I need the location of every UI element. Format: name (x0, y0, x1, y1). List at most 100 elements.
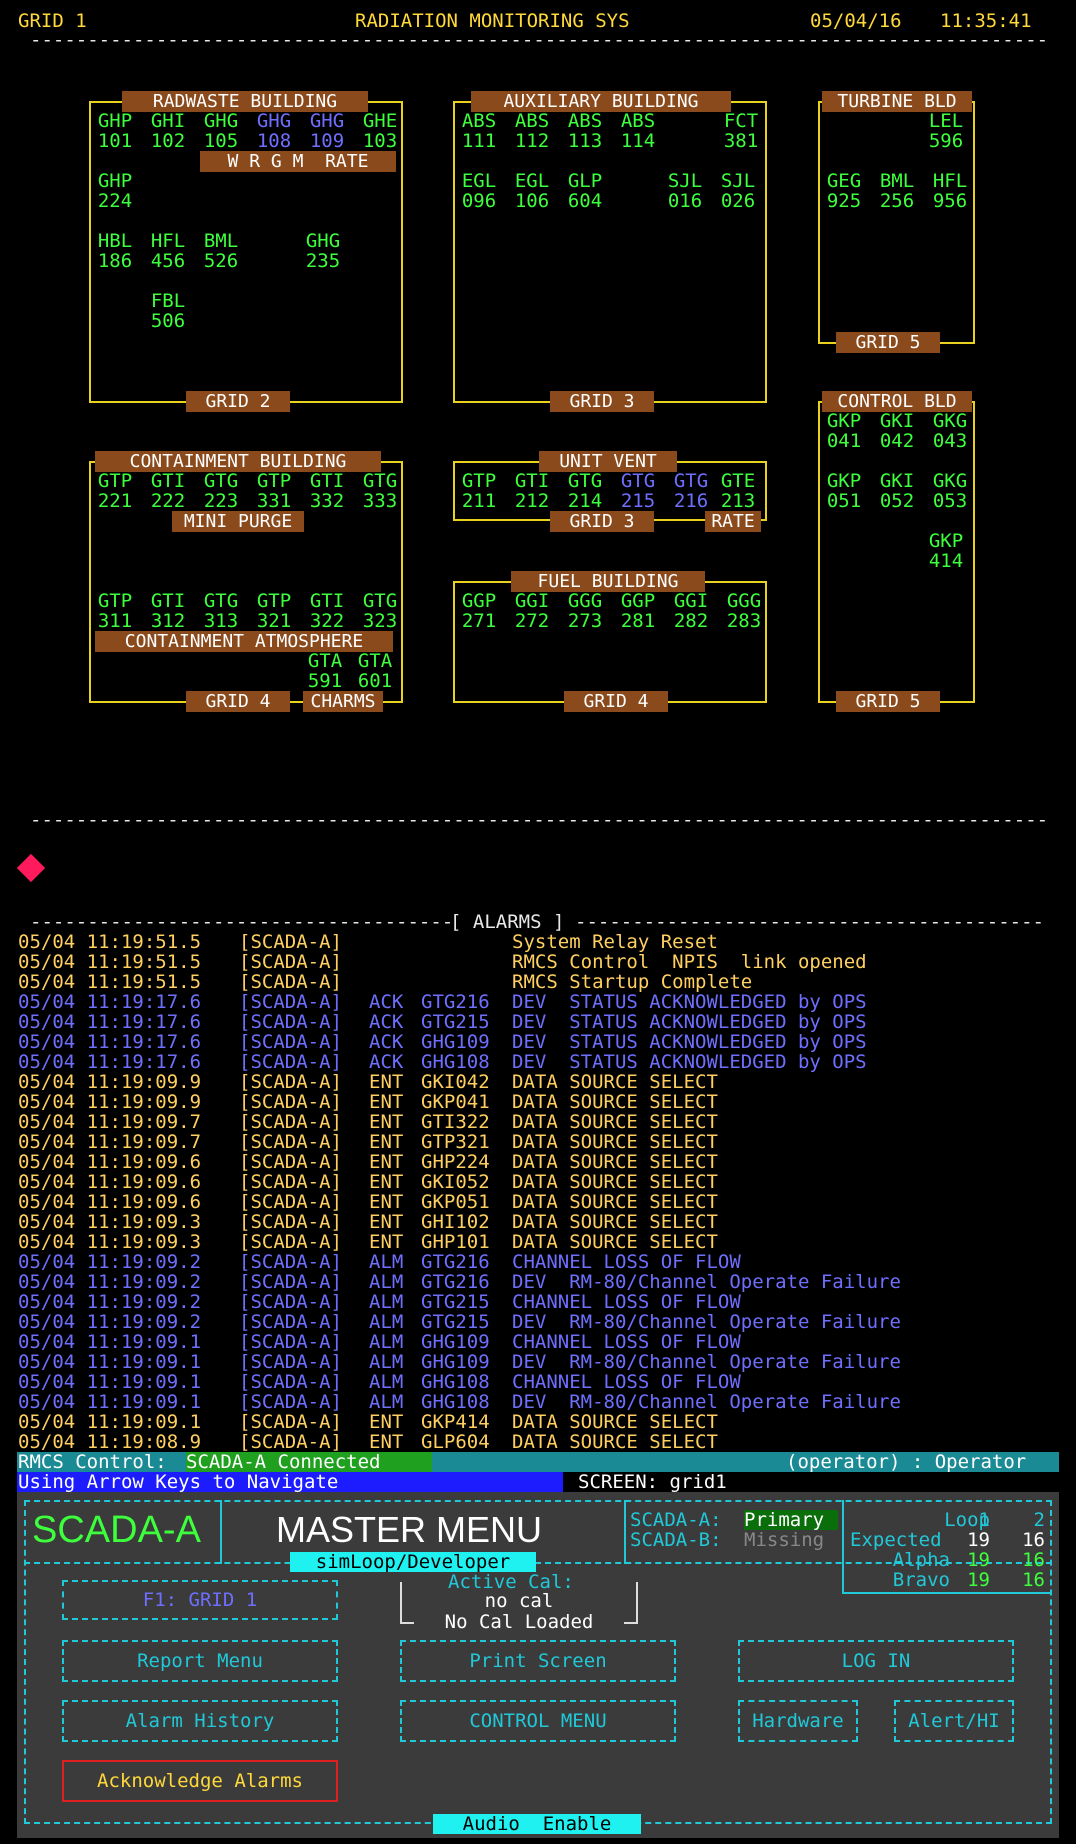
alarm-field: ENT (369, 1431, 404, 1453)
sensor-channel[interactable]: GGP 281 (613, 591, 663, 631)
control-grid-link[interactable]: GRID 5 (836, 691, 940, 712)
alarm-field: DATA SOURCE SELECT (512, 1211, 718, 1233)
sensor-channel[interactable]: GTG 215 (613, 471, 663, 511)
sensor-channel[interactable]: ABS 112 (507, 111, 557, 151)
sensor-type: SJL (720, 170, 756, 192)
sensor-channel[interactable]: GTI 312 (143, 591, 193, 631)
sensor-channel[interactable]: EGL 096 (454, 171, 504, 211)
sensor-channel[interactable]: GTG 333 (355, 471, 405, 511)
sensor-channel[interactable]: HFL 956 (925, 171, 975, 211)
sensor-channel[interactable]: HBL 186 (90, 231, 140, 271)
sensor-channel[interactable]: GTG 323 (355, 591, 405, 631)
sensor-channel[interactable]: GTI 212 (507, 471, 557, 511)
sensor-number: 235 (305, 250, 341, 272)
sensor-type: HFL (150, 230, 186, 252)
sensor-type: GHI (150, 110, 186, 132)
sensor-channel[interactable]: GHE 103 (355, 111, 405, 151)
sensor-channel[interactable]: LEL 596 (921, 111, 971, 151)
print-screen-button[interactable]: Print Screen (400, 1640, 676, 1682)
sensor-channel[interactable]: GKP 414 (921, 531, 971, 571)
sensor-number: 102 (150, 130, 186, 152)
sensor-type: GHG (256, 110, 292, 132)
sensor-channel[interactable]: SJL 026 (713, 171, 763, 211)
hardware-button[interactable]: Hardware (738, 1700, 858, 1742)
sensor-type: GTI (150, 470, 186, 492)
sensor-number: 223 (203, 490, 239, 512)
sensor-channel[interactable]: GTP 221 (90, 471, 140, 511)
radwaste-grid-link[interactable]: GRID 2 (186, 391, 290, 412)
sensor-channel[interactable]: GLP 604 (560, 171, 610, 211)
alarm-history-button[interactable]: Alarm History (62, 1700, 338, 1742)
unit-vent-grid-link[interactable]: GRID 3 (550, 511, 654, 532)
sensor-channel[interactable]: GHP 101 (90, 111, 140, 151)
sensor-channel[interactable]: GTP 211 (454, 471, 504, 511)
turbine-grid-link[interactable]: GRID 5 (836, 332, 940, 353)
sensor-channel[interactable]: HFL 456 (143, 231, 193, 271)
sensor-channel[interactable]: GKI 042 (872, 411, 922, 451)
alarm-field: 05/04 11:19:09.1 (18, 1351, 202, 1373)
sensor-channel[interactable]: GTA 601 (350, 651, 400, 691)
sensor-channel[interactable]: GHG 235 (298, 231, 348, 271)
sensor-channel[interactable]: GKG 053 (925, 471, 975, 511)
sensor-channel[interactable]: GGP 271 (454, 591, 504, 631)
audio-enable-button[interactable]: Audio Enable (433, 1814, 641, 1834)
sensor-channel[interactable]: GHG 109 (302, 111, 352, 151)
sensor-channel[interactable]: GTE 213 (713, 471, 763, 511)
active-cal-value: no cal (484, 1590, 554, 1612)
alarm-field: CHANNEL LOSS OF FLOW (512, 1291, 741, 1313)
sensor-channel[interactable]: GKP 041 (819, 411, 869, 451)
sensor-channel[interactable]: GTA 591 (300, 651, 350, 691)
sensor-channel[interactable]: GTG 216 (666, 471, 716, 511)
alert-hi-button[interactable]: Alert/HI (894, 1700, 1014, 1742)
sensor-channel[interactable]: GKI 052 (872, 471, 922, 511)
sensor-channel[interactable]: GHG 105 (196, 111, 246, 151)
sensor-channel[interactable]: FBL 506 (143, 291, 193, 331)
sensor-channel[interactable]: GGG 283 (719, 591, 769, 631)
fuel-grid-link[interactable]: GRID 4 (564, 691, 668, 712)
sensor-channel[interactable]: GTG 313 (196, 591, 246, 631)
auxiliary-grid-link[interactable]: GRID 3 (550, 391, 654, 412)
alarm-field: [SCADA-A] (239, 1171, 342, 1193)
alarm-field: 05/04 11:19:17.6 (18, 991, 202, 1013)
sensor-channel[interactable]: GHP 224 (90, 171, 140, 211)
acknowledge-alarms-button[interactable]: Acknowledge Alarms (62, 1760, 338, 1802)
report-menu-button[interactable]: Report Menu (62, 1640, 338, 1682)
sensor-channel[interactable]: BML 526 (196, 231, 246, 271)
sensor-channel[interactable]: GGI 282 (666, 591, 716, 631)
sensor-number: 108 (256, 130, 292, 152)
sensor-channel[interactable]: GKP 051 (819, 471, 869, 511)
sensor-channel[interactable]: ABS 111 (454, 111, 504, 151)
control-menu-button[interactable]: CONTROL MENU (400, 1700, 676, 1742)
sensor-channel[interactable]: GGG 273 (560, 591, 610, 631)
sensor-channel[interactable]: GTI 332 (302, 471, 352, 511)
containment-grid-link[interactable]: GRID 4 (186, 691, 290, 712)
sensor-channel[interactable]: GTP 311 (90, 591, 140, 631)
sensor-channel[interactable]: GTI 222 (143, 471, 193, 511)
alarm-field: [SCADA-A] (239, 1251, 342, 1273)
sensor-channel[interactable]: SJL 016 (660, 171, 710, 211)
sensor-channel[interactable]: GTI 322 (302, 591, 352, 631)
sensor-channel[interactable]: GHG 108 (249, 111, 299, 151)
grid1-f1-button[interactable]: F1: GRID 1 (62, 1580, 338, 1620)
sensor-channel[interactable]: ABS 114 (613, 111, 663, 151)
alarm-field: ACK (369, 1051, 404, 1073)
alarm-field: 05/04 11:19:09.2 (18, 1291, 202, 1313)
mini-purge-band: MINI PURGE (172, 511, 304, 532)
sensor-channel[interactable]: EGL 106 (507, 171, 557, 211)
sensor-channel[interactable]: GHI 102 (143, 111, 193, 151)
sensor-channel[interactable]: ABS 113 (560, 111, 610, 151)
sensor-channel[interactable]: GTP 331 (249, 471, 299, 511)
sensor-channel[interactable]: GTG 223 (196, 471, 246, 511)
sensor-type: ABS (567, 110, 603, 132)
sensor-channel[interactable]: FCT 381 (716, 111, 766, 151)
alarm-field: [SCADA-A] (239, 1271, 342, 1293)
alarm-field: ALM (369, 1351, 404, 1373)
sensor-channel[interactable]: GKG 043 (925, 411, 975, 451)
sensor-channel[interactable]: GGI 272 (507, 591, 557, 631)
sensor-channel[interactable]: GEG 925 (819, 171, 869, 211)
sensor-channel[interactable]: GTP 321 (249, 591, 299, 631)
sensor-channel[interactable]: BML 256 (872, 171, 922, 211)
sensor-channel[interactable]: GTG 214 (560, 471, 610, 511)
sensor-type: GGI (673, 590, 709, 612)
log-in-button[interactable]: LOG IN (738, 1640, 1014, 1682)
